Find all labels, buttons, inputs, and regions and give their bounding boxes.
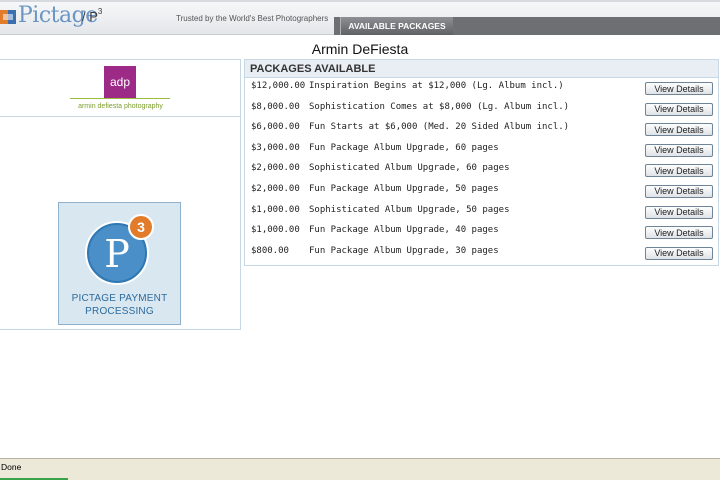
- p3-caption-line2: PROCESSING: [85, 306, 154, 317]
- package-name: Inspiration Begins at $12,000 (Lg. Album…: [309, 81, 564, 91]
- studio-title-text: Armin DeFiesta: [311, 41, 409, 57]
- packages-list: $12,000.00 Inspiration Begins at $12,000 …: [245, 78, 718, 263]
- package-row: $12,000.00 Inspiration Begins at $12,000 …: [245, 78, 718, 99]
- package-price: $1,000.00: [251, 225, 300, 236]
- p3-mark-sup: 3: [137, 219, 145, 235]
- payment-panel: P 3 PICTAGE PAYMENT PROCESSING: [0, 117, 241, 330]
- package-price: $800.00: [251, 245, 289, 256]
- product-label: / P: [82, 9, 98, 24]
- header-top-line: [0, 0, 720, 2]
- packages-panel: PACKAGES AVAILABLE $12,000.00 Inspiration…: [244, 59, 719, 266]
- package-row: $2,000.00 Sophisticated Album Upgrade, 60…: [245, 160, 718, 181]
- p3-mark-text: P: [104, 232, 130, 276]
- package-name: Fun Starts at $6,000 (Med. 20 Sided Albu…: [309, 122, 570, 133]
- package-name: Fun Package Album Upgrade, 30 pages: [309, 245, 499, 256]
- package-row: $800.00 Fun Package Album Upgrade, 30 pag…: [245, 243, 718, 264]
- status-bar: Done: [0, 458, 720, 480]
- package-row: $1,000.00 Fun Package Album Upgrade, 40 p…: [245, 222, 718, 243]
- view-details-button[interactable]: View Details: [645, 82, 713, 95]
- studio-logo-rule: [70, 98, 170, 99]
- product-sup: 3: [97, 7, 103, 16]
- package-price: $8,000.00: [251, 101, 300, 112]
- package-name: Fun Package Album Upgrade, 50 pages: [309, 183, 499, 194]
- view-details-button[interactable]: View Details: [645, 102, 713, 116]
- package-row: $8,000.00 Sophistication Comes at $8,000 …: [245, 99, 718, 120]
- package-price: $1,000.00: [251, 204, 300, 215]
- package-name: Sophistication Comes at $8,000 (Lg. Albu…: [309, 101, 570, 112]
- package-name: Fun Package Album Upgrade, 40 pages: [309, 225, 499, 236]
- package-price: $2,000.00: [251, 163, 300, 174]
- package-row: $2,000.00 Fun Package Album Upgrade, 50 p…: [245, 181, 718, 202]
- package-row: $1,000.00 Sophisticated Album Upgrade, 50…: [245, 202, 718, 223]
- package-price: $12,000.00: [251, 81, 306, 91]
- view-details-button[interactable]: View Details: [645, 184, 713, 198]
- package-price: $3,000.00: [251, 142, 300, 153]
- package-name: Sophisticated Album Upgrade, 50 pages: [309, 204, 510, 215]
- package-row: $6,000.00 Fun Starts at $6,000 (Med. 20 S…: [245, 119, 718, 140]
- view-details-button[interactable]: View Details: [645, 164, 713, 178]
- pictage-logo-icon[interactable]: [0, 8, 18, 26]
- tab-available-packages[interactable]: AVAILABLE PACKAGES: [340, 17, 453, 35]
- studio-logo-caption: armin defiesta photography: [78, 103, 163, 110]
- app-header: Pictage / P3 Trusted by the World's Best…: [0, 0, 720, 35]
- p3-caption-line1: PICTAGE PAYMENT: [71, 293, 168, 304]
- p3-payment-badge[interactable]: P 3 PICTAGE PAYMENT PROCESSING: [58, 202, 181, 325]
- studio-title: Armin DeFiesta: [0, 41, 720, 57]
- view-details-button[interactable]: View Details: [645, 246, 713, 260]
- package-name: Fun Package Album Upgrade, 60 pages: [309, 142, 499, 153]
- view-details-button[interactable]: View Details: [645, 143, 713, 157]
- view-details-button[interactable]: View Details: [645, 226, 713, 240]
- view-details-button[interactable]: View Details: [645, 205, 713, 219]
- package-price: $6,000.00: [251, 122, 300, 133]
- product-name: / P3: [82, 7, 103, 24]
- tagline: Trusted by the World's Best Photographer…: [176, 14, 329, 23]
- p3-caption: PICTAGE PAYMENT PROCESSING: [59, 292, 180, 318]
- studio-logo-panel: adp armin defiesta photography: [0, 59, 241, 117]
- view-details-button[interactable]: View Details: [645, 123, 713, 137]
- p3-payment-icon: P 3: [85, 214, 154, 285]
- package-row: $3,000.00 Fun Package Album Upgrade, 60 p…: [245, 140, 718, 161]
- status-text: Done: [1, 462, 22, 472]
- packages-heading: PACKAGES AVAILABLE: [245, 60, 718, 78]
- studio-logo-mark: adp: [104, 66, 136, 98]
- package-name: Sophisticated Album Upgrade, 60 pages: [309, 163, 510, 174]
- package-price: $2,000.00: [251, 183, 300, 194]
